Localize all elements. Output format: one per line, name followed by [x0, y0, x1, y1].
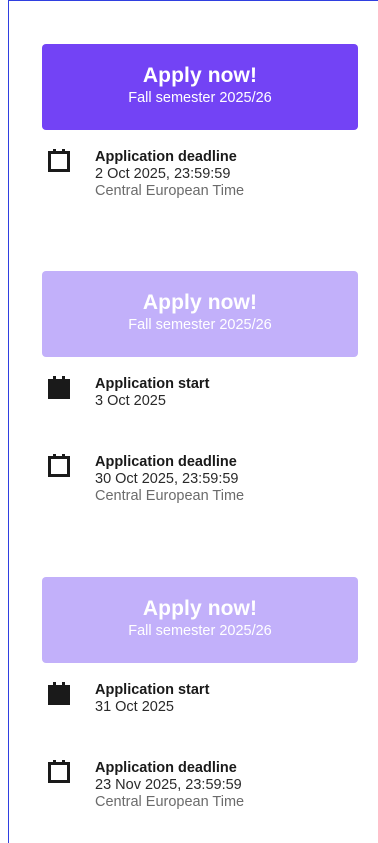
deadline-info: Application deadline 30 Oct 2025, 23:59:…: [95, 454, 244, 505]
application-start-row: Application start 31 Oct 2025: [48, 682, 358, 746]
deadline-date: 30 Oct 2025, 23:59:59: [95, 471, 239, 487]
apply-button-title: Apply now!: [142, 291, 258, 314]
apply-now-button-disabled[interactable]: Apply now! Fall semester 2025/26: [42, 271, 358, 357]
apply-button-title: Apply now!: [142, 64, 258, 87]
apply-button-subtitle: Fall semester 2025/26: [128, 90, 272, 106]
apply-button-subtitle: Fall semester 2025/26: [128, 623, 272, 639]
start-date: 3 Oct 2025: [95, 393, 166, 409]
application-session-2: Apply now! Fall semester 2025/26: [42, 271, 358, 357]
deadline-label: Application deadline: [95, 454, 237, 470]
application-deadline-row: Application deadline 30 Oct 2025, 23:59:…: [48, 454, 358, 518]
application-session-3: Apply now! Fall semester 2025/26: [42, 577, 358, 663]
apply-button-title: Apply now!: [142, 597, 258, 620]
deadline-date: 2 Oct 2025, 23:59:59: [95, 166, 231, 182]
start-date: 31 Oct 2025: [95, 699, 174, 715]
deadline-timezone: Central European Time: [95, 183, 245, 199]
application-start-row: Application start 3 Oct 2025: [48, 376, 358, 440]
start-label: Application start: [95, 376, 210, 392]
apply-now-button-disabled[interactable]: Apply now! Fall semester 2025/26: [42, 577, 358, 663]
calendar-outline-icon: [48, 149, 70, 172]
start-label: Application start: [95, 682, 210, 698]
frame-border-left: [8, 0, 9, 843]
start-info: Application start 3 Oct 2025: [95, 376, 209, 410]
apply-now-button[interactable]: Apply now! Fall semester 2025/26: [42, 44, 358, 130]
deadline-label: Application deadline: [95, 760, 237, 776]
deadline-timezone: Central European Time: [95, 794, 245, 810]
deadline-date: 23 Nov 2025, 23:59:59: [95, 777, 242, 793]
start-info: Application start 31 Oct 2025: [95, 682, 209, 716]
frame-border-top: [8, 0, 378, 1]
apply-button-subtitle: Fall semester 2025/26: [128, 317, 272, 333]
application-session-1: Apply now! Fall semester 2025/26: [42, 44, 358, 130]
calendar-outline-icon: [48, 760, 70, 783]
deadline-info: Application deadline 23 Nov 2025, 23:59:…: [95, 760, 244, 811]
deadline-timezone: Central European Time: [95, 488, 245, 504]
deadline-label: Application deadline: [95, 149, 237, 165]
calendar-filled-icon: [48, 376, 70, 399]
deadline-info: Application deadline 2 Oct 2025, 23:59:5…: [95, 149, 244, 200]
application-deadline-row: Application deadline 23 Nov 2025, 23:59:…: [48, 760, 358, 824]
calendar-outline-icon: [48, 454, 70, 477]
calendar-filled-icon: [48, 682, 70, 705]
application-deadline-row: Application deadline 2 Oct 2025, 23:59:5…: [48, 149, 358, 213]
